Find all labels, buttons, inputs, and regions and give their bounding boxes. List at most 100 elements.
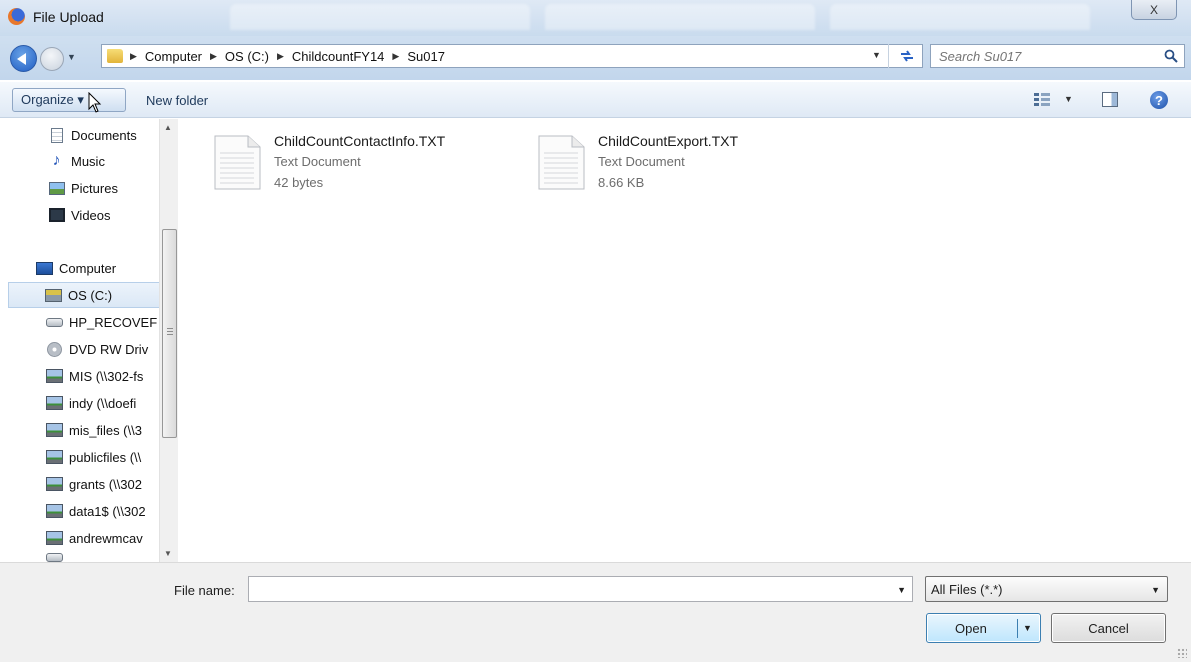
breadcrumb: ▶ Computer ▶ OS (C:) ▶ ChildcountFY14 ▶ …	[130, 49, 445, 64]
nav-item-network-drive[interactable]: data1$ (\\302	[46, 498, 158, 524]
breadcrumb-os-c[interactable]: OS (C:)	[225, 49, 269, 64]
background-browser-tab	[545, 4, 815, 30]
new-folder-button[interactable]: New folder	[138, 88, 216, 112]
refresh-button[interactable]	[888, 44, 924, 68]
nav-item-label: Computer	[59, 260, 117, 276]
file-type: Text Document	[274, 154, 361, 169]
file-name-combobox[interactable]: ▼	[248, 576, 913, 602]
view-options-dropdown-icon[interactable]: ▼	[1064, 94, 1073, 104]
nav-item-music[interactable]: ♪ Music	[48, 148, 158, 174]
file-item[interactable]: ChildCountExport.TXT Text Document 8.66 …	[538, 129, 838, 195]
network-drive-icon	[46, 503, 63, 519]
nav-item-videos[interactable]: Videos	[48, 202, 158, 228]
title-bar: File Upload X	[0, 0, 1191, 36]
resize-grip-icon[interactable]	[1177, 648, 1187, 658]
file-name: ChildCountExport.TXT	[598, 133, 739, 149]
nav-item-documents[interactable]: Documents	[48, 122, 158, 148]
file-item[interactable]: ChildCountContactInfo.TXT Text Document …	[214, 129, 514, 195]
command-toolbar: Organize ▾ New folder ▼ ?	[0, 82, 1191, 118]
network-drive-icon	[46, 552, 63, 562]
scroll-down-arrow-icon[interactable]: ▼	[164, 549, 172, 558]
nav-item-computer[interactable]: Computer	[36, 255, 158, 281]
open-button[interactable]: Open ▼	[926, 613, 1041, 643]
file-name-dropdown-icon[interactable]: ▼	[897, 585, 906, 595]
cancel-button[interactable]: Cancel	[1051, 613, 1166, 643]
file-type: Text Document	[598, 154, 685, 169]
file-dialog-footer: File name: ▼ All Files (*.*) ▼ Open ▼ Ca…	[0, 562, 1191, 662]
close-button[interactable]: X	[1131, 0, 1177, 20]
search-icon[interactable]	[1164, 49, 1178, 63]
breadcrumb-arrow-icon[interactable]: ▶	[130, 51, 137, 62]
back-button[interactable]	[10, 45, 37, 72]
window-title-area: File Upload	[8, 8, 104, 25]
breadcrumb-childcountfy14[interactable]: ChildcountFY14	[292, 49, 385, 64]
scroll-up-arrow-icon[interactable]: ▲	[164, 123, 172, 132]
breadcrumb-arrow-icon[interactable]: ▶	[210, 51, 217, 62]
nav-item-label: Pictures	[71, 180, 118, 196]
nav-item-label: grants (\\302	[69, 476, 142, 492]
breadcrumb-arrow-icon[interactable]: ▶	[392, 51, 399, 62]
nav-item-pictures[interactable]: Pictures	[48, 175, 158, 201]
recent-pages-dropdown-icon[interactable]: ▼	[67, 52, 76, 62]
scrollbar-grip-icon	[167, 328, 173, 337]
organize-button[interactable]: Organize ▾	[12, 88, 126, 112]
forward-button[interactable]	[40, 47, 64, 71]
search-input[interactable]	[931, 45, 1151, 67]
nav-item-dvd-drive[interactable]: DVD RW Driv	[46, 336, 158, 362]
network-drive-icon	[46, 476, 63, 492]
nav-item-hp-recovery[interactable]: HP_RECOVEF	[46, 309, 158, 335]
navigation-pane: Documents ♪ Music Pictures Videos Comput…	[0, 119, 180, 562]
nav-item-label: indy (\\doefi	[69, 395, 137, 411]
nav-item-network-drive[interactable]: mis_files (\\3	[46, 417, 158, 443]
videos-icon	[48, 207, 65, 223]
breadcrumb-su017[interactable]: Su017	[407, 49, 445, 64]
address-bar-row: ▼ ▶ Computer ▶ OS (C:) ▶ ChildcountFY14 …	[0, 36, 1191, 80]
file-type-select[interactable]: All Files (*.*) ▼	[925, 576, 1168, 602]
text-document-icon	[538, 135, 585, 190]
background-browser-tab	[230, 4, 530, 30]
network-drive-icon	[46, 368, 63, 384]
nav-item-label: data1$ (\\302	[69, 503, 146, 519]
network-drive-icon	[46, 530, 63, 546]
nav-item-network-drive[interactable]: indy (\\doefi	[46, 390, 158, 416]
open-options-dropdown-icon[interactable]: ▼	[1023, 623, 1032, 633]
search-box[interactable]	[930, 44, 1185, 68]
network-drive-icon	[46, 395, 63, 411]
file-name-input[interactable]	[249, 577, 869, 601]
nav-item-os-c[interactable]: OS (C:)	[8, 282, 160, 308]
computer-icon	[36, 260, 53, 276]
refresh-icon	[900, 50, 913, 62]
nav-item-label: Videos	[71, 207, 111, 223]
nav-item-label: Music	[71, 153, 105, 169]
nav-item-network-drive[interactable]: andrewmcav	[46, 525, 158, 551]
file-size: 8.66 KB	[598, 175, 645, 190]
mouse-pointer-icon	[88, 92, 102, 113]
help-icon[interactable]: ?	[1150, 91, 1168, 109]
nav-item-label: DVD RW Driv	[69, 341, 149, 357]
breadcrumb-arrow-icon[interactable]: ▶	[277, 51, 284, 62]
breadcrumb-computer[interactable]: Computer	[145, 49, 202, 64]
nav-item-network-drive[interactable]: MIS (\\302-fs	[46, 363, 158, 389]
local-disk-icon	[45, 287, 62, 303]
navigation-pane-scrollbar[interactable]: ▲ ▼	[159, 119, 178, 562]
address-history-dropdown-icon[interactable]: ▼	[872, 50, 881, 60]
file-type-value: All Files (*.*)	[931, 581, 1003, 597]
nav-item-label: Documents	[71, 127, 137, 143]
music-icon: ♪	[52, 152, 61, 169]
network-drive-icon	[46, 422, 63, 438]
nav-item-partial	[46, 552, 158, 562]
nav-item-network-drive[interactable]: publicfiles (\\	[46, 444, 158, 470]
documents-icon	[48, 127, 65, 143]
firefox-icon	[8, 8, 25, 25]
split-divider	[1017, 619, 1018, 638]
preview-pane-icon[interactable]	[1102, 92, 1118, 107]
nav-item-network-drive[interactable]: grants (\\302	[46, 471, 158, 497]
change-view-icon[interactable]	[1034, 92, 1050, 106]
nav-item-label: HP_RECOVEF	[69, 314, 158, 330]
address-bar[interactable]: ▶ Computer ▶ OS (C:) ▶ ChildcountFY14 ▶ …	[101, 44, 923, 68]
background-browser-tab	[830, 4, 1090, 30]
nav-item-label: OS (C:)	[68, 287, 113, 303]
scrollbar-thumb[interactable]	[162, 229, 177, 438]
nav-item-label: MIS (\\302-fs	[69, 368, 144, 384]
text-document-icon	[214, 135, 261, 190]
